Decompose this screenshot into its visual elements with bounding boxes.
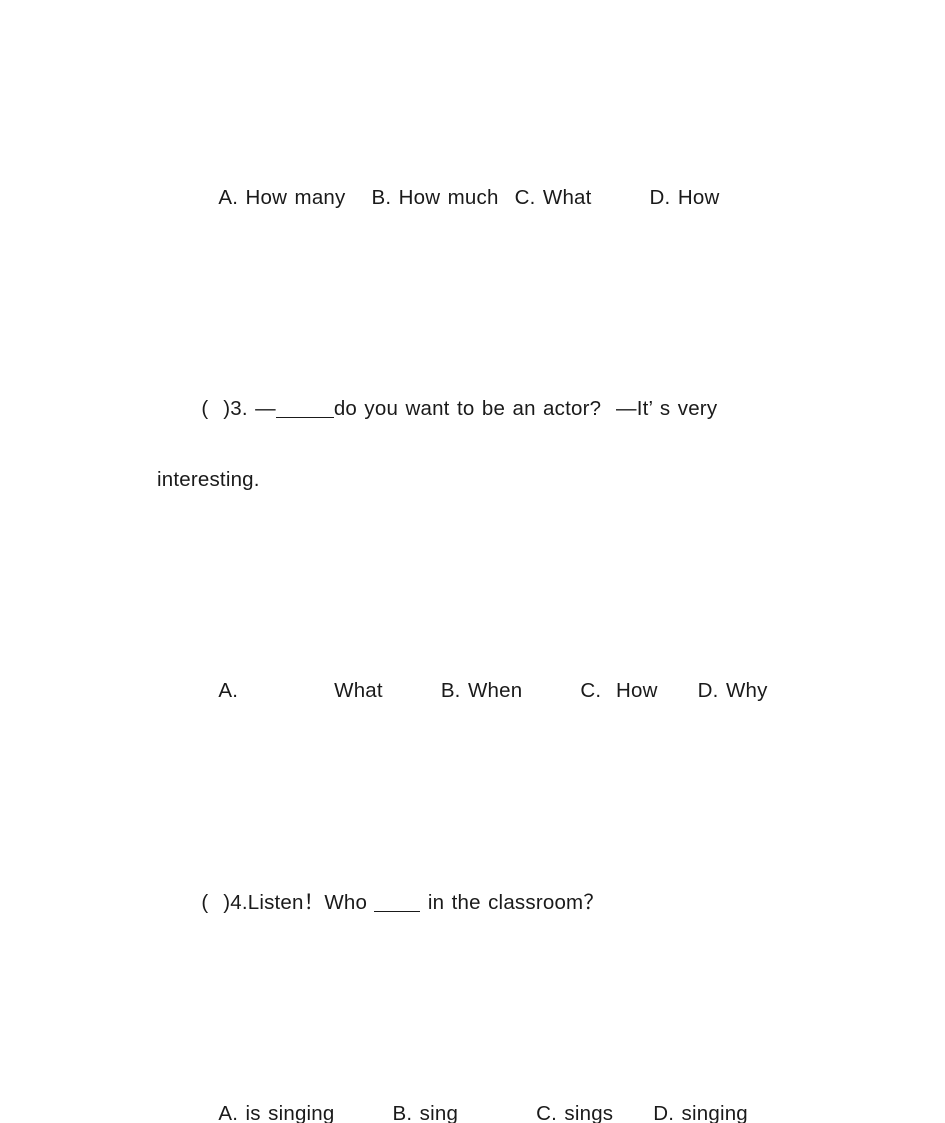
options-row-q3: A. What B. When C. How D. Why xyxy=(128,586,818,798)
option-c-q2[interactable]: C. What xyxy=(515,186,592,209)
option-c-q4[interactable]: C. sings xyxy=(536,1102,613,1123)
question-stem-3: ( )3. — do you want to be an actor? —It’ … xyxy=(128,304,818,586)
question-marker-3: ( )3. xyxy=(201,397,248,420)
option-d-q3[interactable]: D. Why xyxy=(698,679,768,702)
question-suffix-4: in the classroom？ xyxy=(420,890,605,914)
option-b-q4[interactable]: B. sing xyxy=(393,1102,459,1123)
option-d-q4[interactable]: D. singing xyxy=(653,1102,748,1123)
question-marker-4: ( )4.Listen！Who xyxy=(201,890,375,914)
document-page: A. How many B. How much C. What D. How ( )3… xyxy=(0,0,945,1123)
option-a-q3[interactable]: A. xyxy=(218,679,238,702)
question-prefix-3: — xyxy=(247,397,276,420)
option-a-q3-value[interactable]: What xyxy=(334,679,383,702)
option-d-q2[interactable]: D. How xyxy=(650,186,720,209)
question-stem-4: ( )4.Listen！Who in the classroom？ xyxy=(128,797,818,1009)
option-a-q2[interactable]: A. How many xyxy=(218,186,345,209)
answer-blank-3[interactable] xyxy=(275,417,334,418)
options-row-q2: A. How many B. How much C. What D. How xyxy=(128,92,818,304)
worksheet-body: A. How many B. How much C. What D. How ( )3… xyxy=(128,92,818,1123)
option-b-q2[interactable]: B. How much xyxy=(371,186,498,209)
option-b-q3[interactable]: B. When xyxy=(441,679,523,702)
option-a-q4[interactable]: A. is singing xyxy=(218,1102,334,1123)
option-c-q3[interactable]: C. How xyxy=(580,679,657,702)
answer-blank-4[interactable] xyxy=(374,910,421,912)
options-row-q4: A. is singing B. sing C. sings D. singing xyxy=(128,1009,818,1123)
